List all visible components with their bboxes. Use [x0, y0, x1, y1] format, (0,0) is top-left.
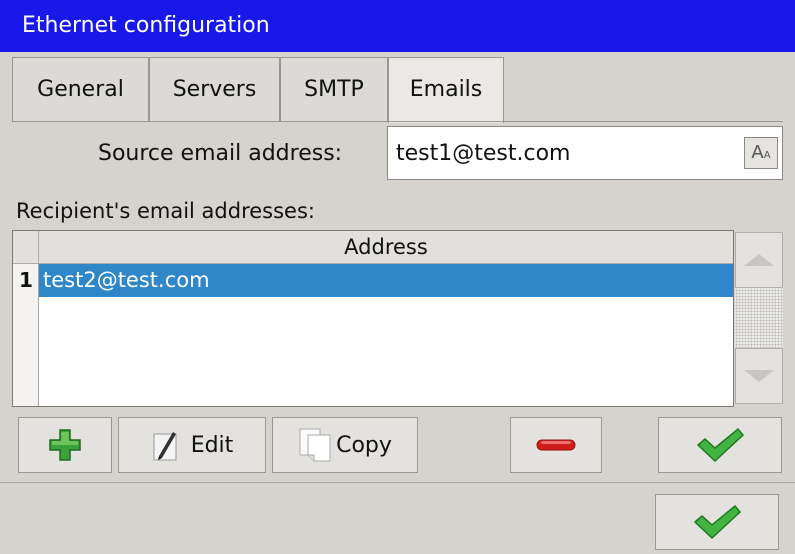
source-email-field[interactable]: test1@test.com AA: [387, 126, 783, 180]
copy-button[interactable]: Copy: [272, 417, 418, 473]
edit-button[interactable]: Edit: [118, 417, 266, 473]
minus-icon: [536, 439, 576, 451]
confirm-button[interactable]: [658, 417, 782, 473]
tab-emails[interactable]: Emails: [388, 57, 504, 123]
scroll-down-button[interactable]: [735, 348, 783, 404]
row-number: 1: [19, 268, 33, 292]
edit-button-label: Edit: [190, 432, 234, 458]
tab-general[interactable]: General: [12, 57, 149, 121]
pencil-icon: [153, 432, 177, 461]
tab-smtp[interactable]: SMTP: [280, 57, 388, 121]
source-email-value: test1@test.com: [396, 141, 571, 166]
table-row[interactable]: test2@test.com: [39, 264, 733, 297]
arrow-down-icon: [744, 370, 774, 382]
add-button[interactable]: [18, 417, 112, 473]
table-corner: [13, 231, 39, 264]
checkmark-icon: [696, 427, 745, 463]
plus-icon: [49, 429, 81, 461]
column-header-address[interactable]: Address: [39, 231, 733, 264]
recipients-table: Address 1 test2@test.com: [12, 230, 734, 407]
copy-button-label: Copy: [336, 432, 392, 458]
remove-button[interactable]: [510, 417, 602, 473]
arrow-up-icon: [744, 254, 774, 266]
recipients-label: Recipient's email addresses:: [16, 199, 315, 223]
keyboard-icon: AA: [751, 142, 771, 163]
tab-servers[interactable]: Servers: [149, 57, 280, 121]
ok-button[interactable]: [655, 494, 779, 550]
tab-content-border: [12, 121, 783, 122]
copy-icon: [299, 428, 331, 462]
source-email-label: Source email address:: [98, 141, 343, 166]
footer-divider: [0, 482, 795, 483]
keyboard-button[interactable]: AA: [744, 137, 778, 169]
window-title: Ethernet configuration: [0, 0, 795, 52]
checkmark-icon: [693, 504, 742, 540]
scroll-up-button[interactable]: [735, 232, 783, 288]
